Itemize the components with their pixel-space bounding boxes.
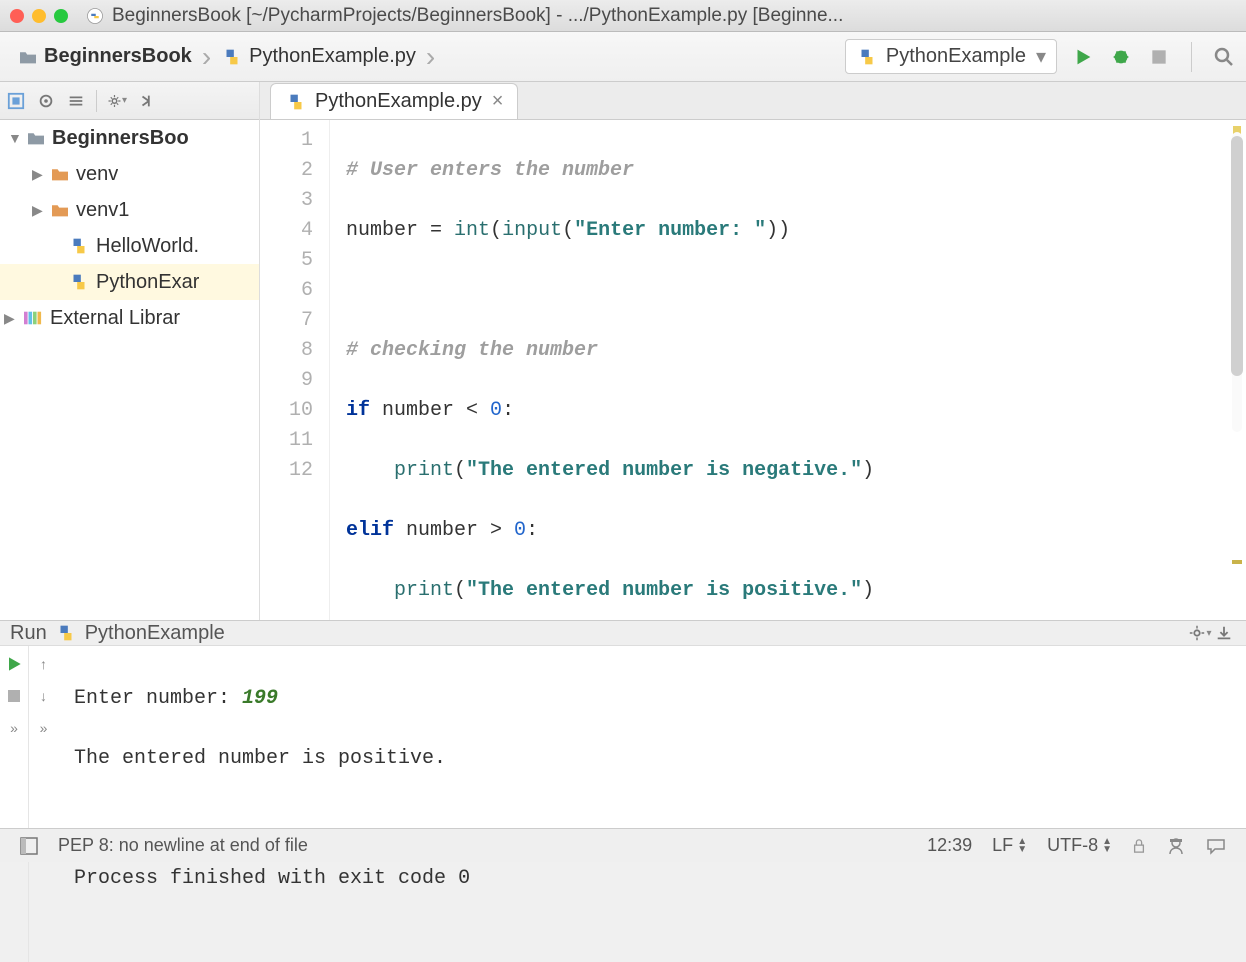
python-file-icon: [285, 91, 307, 113]
run-config-selector[interactable]: PythonExample ▾: [845, 39, 1057, 74]
stop-button[interactable]: [2, 684, 26, 708]
editor-gutter: 1 2 3 4 5 6 7 8 9 10 11 12: [260, 120, 330, 620]
more-button[interactable]: »: [32, 716, 56, 740]
rerun-button[interactable]: [2, 652, 26, 676]
run-body: » ↑ ↓ » Enter number: 199 The entered nu…: [0, 646, 1246, 962]
run-button[interactable]: [1071, 45, 1095, 69]
run-header: Run PythonExample ▾: [0, 621, 1246, 646]
window-minimize-button[interactable]: [32, 9, 46, 23]
up-button[interactable]: ↑: [32, 652, 56, 676]
stop-button[interactable]: [1147, 45, 1171, 69]
tab-label: PythonExample.py: [315, 90, 482, 113]
tree-dir-venv1[interactable]: ▶ venv1: [0, 192, 259, 228]
run-header-prefix: Run: [10, 622, 47, 645]
navigation-toolbar: BeginnersBook › PythonExample.py › Pytho…: [0, 32, 1246, 82]
tree-label: venv1: [76, 199, 129, 222]
console-output[interactable]: Enter number: 199 The entered number is …: [58, 646, 1246, 962]
chevron-down-icon: ▼: [8, 130, 22, 146]
search-button[interactable]: [1212, 45, 1236, 69]
project-tree: ▼ BeginnersBoo ▶ venv ▶ venv1 HelloWorld…: [0, 120, 259, 620]
window-title: BeginnersBook [~/PycharmProjects/Beginne…: [112, 5, 843, 27]
chevron-right-icon: ›: [202, 41, 211, 73]
python-file-icon: [68, 271, 90, 293]
chevron-right-icon: ▶: [4, 310, 18, 327]
tree-project-root[interactable]: ▼ BeginnersBoo: [0, 120, 259, 156]
python-file-icon: [221, 46, 243, 68]
python-file-icon: [68, 235, 90, 257]
tree-file-helloworld[interactable]: HelloWorld.: [0, 228, 259, 264]
libraries-icon: [22, 309, 44, 327]
toolbar-actions: [1071, 42, 1236, 72]
collapse-icon[interactable]: [66, 91, 86, 111]
python-icon: [55, 622, 77, 644]
more-button[interactable]: »: [2, 716, 26, 740]
run-config-label: PythonExample: [886, 45, 1026, 68]
tree-label: External Librar: [50, 307, 180, 330]
breadcrumb-project[interactable]: BeginnersBook: [10, 41, 200, 72]
feedback-icon[interactable]: [1206, 836, 1226, 856]
tree-label: HelloWorld.: [96, 235, 199, 258]
window-maximize-button[interactable]: [54, 9, 68, 23]
tree-external-libraries[interactable]: ▶ External Librar: [0, 300, 259, 336]
editor-tabbar: PythonExample.py ×: [260, 82, 1246, 120]
toolbar-divider: [1191, 42, 1192, 72]
run-header-title: PythonExample: [85, 622, 225, 645]
gear-icon[interactable]: ▾: [107, 91, 127, 111]
chevron-right-icon: ›: [426, 41, 435, 73]
debug-button[interactable]: [1109, 45, 1133, 69]
hector-icon[interactable]: [1166, 836, 1186, 856]
python-icon: [856, 46, 878, 68]
breadcrumb: BeginnersBook › PythonExample.py ›: [10, 41, 845, 73]
window-titlebar: BeginnersBook [~/PycharmProjects/Beginne…: [0, 0, 1246, 32]
folder-icon: [50, 166, 70, 182]
code-editor[interactable]: 1 2 3 4 5 6 7 8 9 10 11 12 # User enters…: [260, 120, 1246, 620]
window-close-button[interactable]: [10, 9, 24, 23]
tree-dir-venv[interactable]: ▶ venv: [0, 156, 259, 192]
locate-icon[interactable]: [36, 91, 56, 111]
cursor-position[interactable]: 12:39: [927, 835, 972, 856]
status-bar: PEP 8: no newline at end of file 12:39 L…: [0, 828, 1246, 862]
tool-windows-icon[interactable]: [20, 837, 38, 855]
tree-label: venv: [76, 163, 118, 186]
tool-icon[interactable]: [6, 91, 26, 111]
close-icon[interactable]: ×: [492, 90, 504, 113]
status-message: PEP 8: no newline at end of file: [58, 835, 308, 856]
folder-icon: [26, 130, 46, 146]
down-button[interactable]: ↓: [32, 684, 56, 708]
warning-stripe[interactable]: [1232, 560, 1242, 564]
breadcrumb-project-label: BeginnersBook: [44, 45, 192, 68]
tree-label: BeginnersBoo: [52, 127, 189, 150]
breadcrumb-file-label: PythonExample.py: [249, 45, 416, 68]
editor-area: PythonExample.py × 1 2 3 4 5 6 7 8 9 10 …: [260, 82, 1246, 620]
file-encoding[interactable]: UTF-8▲▼: [1047, 835, 1112, 856]
tree-label: PythonExar: [96, 271, 199, 294]
chevron-right-icon: ▶: [32, 202, 46, 219]
folder-icon: [50, 202, 70, 218]
gear-icon[interactable]: ▾: [1188, 621, 1212, 645]
lock-icon[interactable]: [1132, 838, 1146, 854]
run-controls: » ↑ ↓ »: [0, 646, 58, 962]
scrollbar-thumb[interactable]: [1231, 136, 1243, 376]
tree-file-pythonexample[interactable]: PythonExar: [0, 264, 259, 300]
app-icon: [86, 7, 104, 25]
project-sidebar: ▾ ▼ BeginnersBoo ▶ venv ▶ venv1 HelloWor…: [0, 82, 260, 620]
chevron-down-icon: ▾: [1036, 44, 1046, 69]
main-area: ▾ ▼ BeginnersBoo ▶ venv ▶ venv1 HelloWor…: [0, 82, 1246, 620]
breadcrumb-file[interactable]: PythonExample.py: [213, 41, 424, 72]
editor-tab[interactable]: PythonExample.py ×: [270, 83, 518, 119]
code-content[interactable]: # User enters the number number = int(in…: [330, 120, 1246, 620]
hide-icon[interactable]: [137, 91, 157, 111]
run-tool-window: Run PythonExample ▾ » ↑ ↓ » Enter number…: [0, 620, 1246, 828]
sidebar-tools: ▾: [0, 82, 259, 120]
folder-icon: [18, 49, 38, 65]
line-separator[interactable]: LF▲▼: [992, 835, 1027, 856]
export-icon[interactable]: [1212, 621, 1236, 645]
chevron-right-icon: ▶: [32, 166, 46, 183]
